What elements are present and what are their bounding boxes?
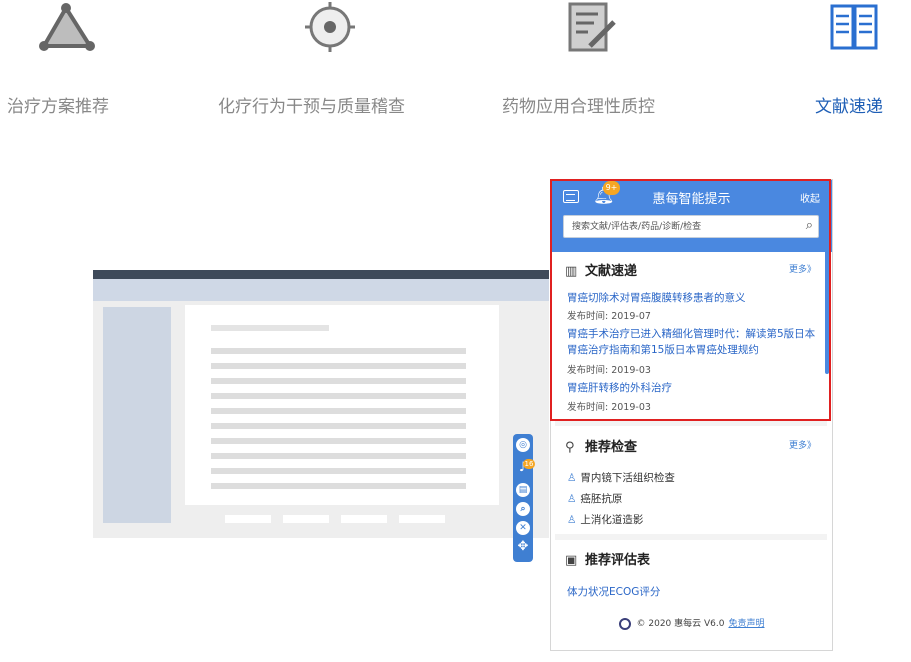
exam-icon: ♙ xyxy=(567,514,577,526)
literature-highlight-frame xyxy=(550,179,831,421)
assessment-heading: ▣ 推荐评估表 xyxy=(565,553,651,568)
mock-line xyxy=(211,453,466,459)
feature-label: 药物应用合理性质控 xyxy=(502,97,655,117)
panel-footer: © 2020 惠每云 V6.0 免责声明 xyxy=(551,616,832,630)
feature-chemo-quality-audit[interactable]: 化疗行为干预与质量稽查 xyxy=(200,0,460,120)
close-icon[interactable]: ✕ xyxy=(516,521,530,535)
disclaimer-link[interactable]: 免责声明 xyxy=(728,619,764,629)
open-book-icon xyxy=(830,4,878,50)
exams-heading: ⚲ 推荐检查 xyxy=(565,440,638,455)
exam-icon: ♙ xyxy=(567,472,577,484)
mock-line xyxy=(211,325,329,331)
mock-line xyxy=(211,408,466,414)
exam-icon: ♙ xyxy=(567,493,577,505)
brand-logo-icon xyxy=(618,617,631,630)
feature-label: 治疗方案推荐 xyxy=(7,97,109,117)
mock-line xyxy=(211,468,466,474)
target-icon xyxy=(305,2,355,52)
mock-line xyxy=(211,378,466,384)
edit-document-icon xyxy=(568,2,616,52)
search-icon[interactable]: ⌕ xyxy=(516,502,530,516)
floating-toolbar: ◎ ♪ 16 ▤ ⌕ ✕ ✥ xyxy=(513,434,535,562)
exams-more-link[interactable]: 更多》 xyxy=(789,438,816,451)
assessment-item-link[interactable]: 体力状况ECOG评分 xyxy=(567,584,660,599)
mock-line xyxy=(211,363,466,369)
book-icon[interactable]: ▤ xyxy=(516,483,530,497)
mock-page-illustration xyxy=(93,270,549,538)
mock-footer-block xyxy=(341,515,387,523)
mock-line xyxy=(211,348,466,354)
mock-sidebar xyxy=(103,307,171,523)
feature-label: 化疗行为干预与质量稽查 xyxy=(218,97,405,117)
feature-label: 文献速递 xyxy=(815,97,883,117)
mock-line xyxy=(211,393,466,399)
mock-document xyxy=(185,305,499,505)
toolbar-badge: 16 xyxy=(523,459,535,469)
feature-literature[interactable]: 文献速递 xyxy=(800,0,905,120)
mock-line xyxy=(211,423,466,429)
document-icon: ▣ xyxy=(565,553,578,568)
triangle-network-icon xyxy=(39,3,95,51)
mock-footer-block xyxy=(399,515,445,523)
mock-footer-block xyxy=(225,515,271,523)
exam-item[interactable]: ♙ 胃内镜下活组织检查 xyxy=(567,470,675,485)
exam-item[interactable]: ♙ 癌胚抗原 xyxy=(567,491,622,506)
mock-topbar xyxy=(93,270,549,279)
mock-line xyxy=(211,438,466,444)
logo-icon[interactable]: ◎ xyxy=(516,438,530,452)
move-icon[interactable]: ✥ xyxy=(516,540,530,554)
section-divider xyxy=(555,534,827,540)
mock-line xyxy=(211,483,466,489)
exam-item[interactable]: ♙ 上消化道造影 xyxy=(567,512,643,527)
mock-subbar xyxy=(93,279,549,301)
feature-drug-rationality[interactable]: 药物应用合理性质控 xyxy=(490,0,690,120)
mock-footer-block xyxy=(283,515,329,523)
stethoscope-icon: ⚲ xyxy=(565,440,575,455)
feature-treatment-plan[interactable]: 治疗方案推荐 xyxy=(0,0,140,120)
